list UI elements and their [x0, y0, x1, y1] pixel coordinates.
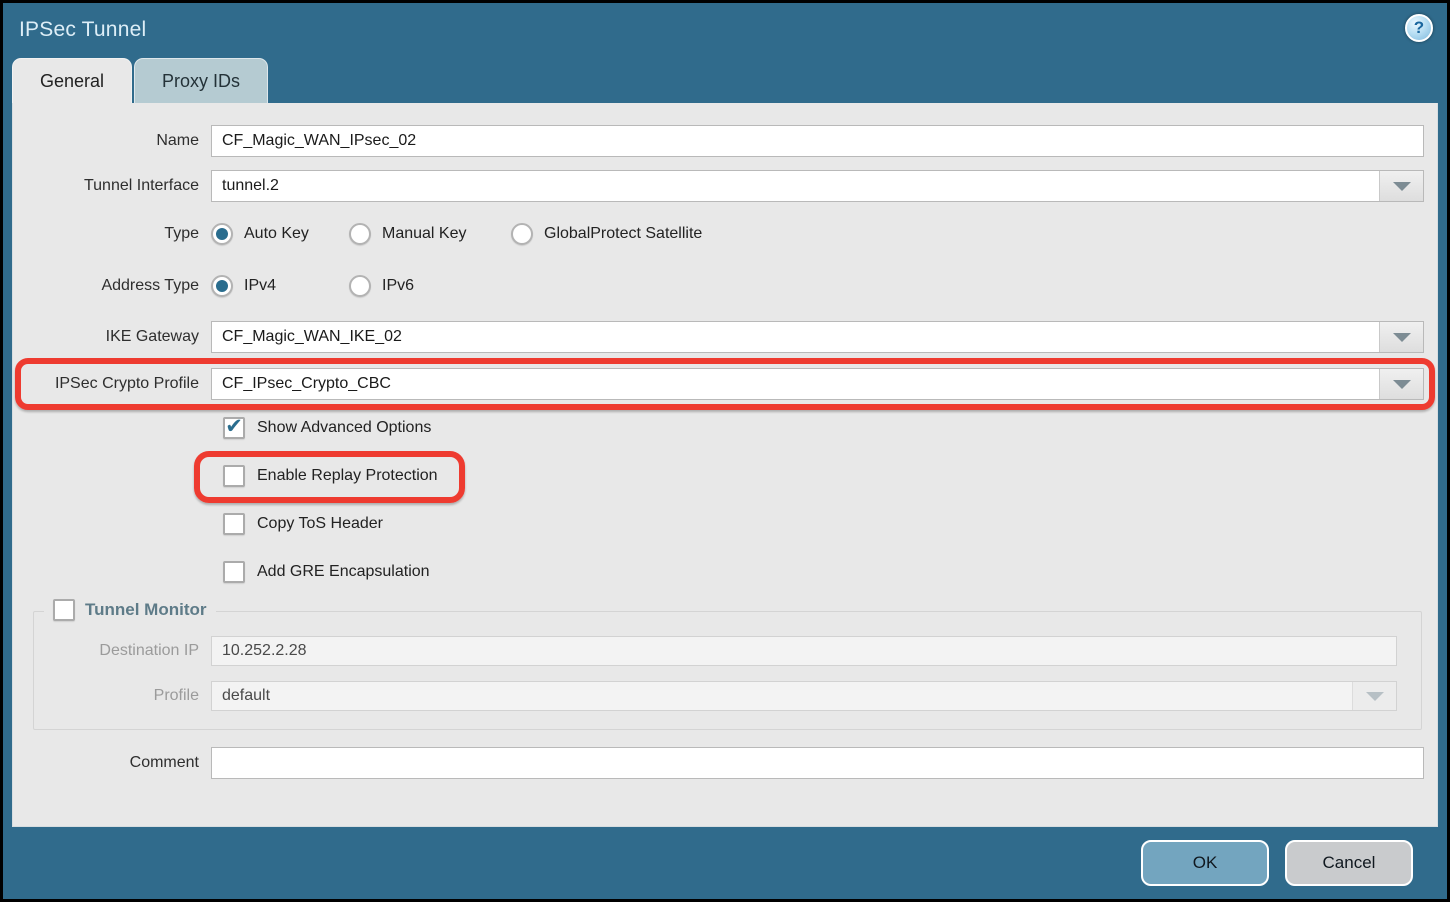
- profile-dropdown-button: [1352, 682, 1396, 710]
- chevron-down-icon: [1366, 692, 1384, 701]
- general-tab-panel: Name Tunnel Interface tunnel.2: [12, 103, 1438, 827]
- type-row: Type Auto Key Manual Key GlobalProtect S…: [13, 221, 1437, 247]
- cancel-button[interactable]: Cancel: [1285, 840, 1413, 886]
- dialog-title: IPSec Tunnel: [19, 18, 146, 42]
- ike-gateway-value: CF_Magic_WAN_IKE_02: [212, 322, 1379, 352]
- ipsec-crypto-profile-dropdown-button[interactable]: [1379, 369, 1423, 399]
- comment-row: Comment: [13, 747, 1437, 779]
- enable-replay-protection-row: ✔ Enable Replay Protection: [223, 463, 1437, 489]
- address-type-option-ipv6[interactable]: IPv6: [349, 275, 414, 297]
- ipsec-crypto-profile-select[interactable]: CF_IPsec_Crypto_CBC: [211, 368, 1424, 400]
- chevron-down-icon: [1393, 182, 1411, 191]
- radio-ipv6[interactable]: [349, 275, 371, 297]
- tab-bar: General Proxy IDs: [3, 57, 1447, 103]
- enable-replay-protection-checkbox[interactable]: ✔: [223, 465, 245, 487]
- radio-ipv4[interactable]: [211, 275, 233, 297]
- chevron-down-icon: [1393, 333, 1411, 342]
- tunnel-monitor-legend[interactable]: ✔ Tunnel Monitor: [44, 599, 216, 621]
- ipsec-tunnel-dialog: IPSec Tunnel ? General Proxy IDs Name: [3, 3, 1447, 899]
- dialog-footer: OK Cancel: [3, 827, 1447, 899]
- type-option-manual-key[interactable]: Manual Key: [349, 223, 511, 245]
- ok-button[interactable]: OK: [1141, 840, 1269, 886]
- ike-gateway-select[interactable]: CF_Magic_WAN_IKE_02: [211, 321, 1424, 353]
- add-gre-encapsulation-checkbox[interactable]: ✔: [223, 561, 245, 583]
- dialog-titlebar: IPSec Tunnel ?: [3, 3, 1447, 57]
- add-gre-encapsulation-row: ✔ Add GRE Encapsulation: [223, 559, 1437, 585]
- screenshot-frame: IPSec Tunnel ? General Proxy IDs Name: [0, 0, 1450, 902]
- profile-label: Profile: [34, 687, 211, 705]
- radio-globalprotect-satellite[interactable]: [511, 223, 533, 245]
- tunnel-interface-dropdown-button[interactable]: [1379, 171, 1423, 201]
- copy-tos-header-row: ✔ Copy ToS Header: [223, 511, 1437, 537]
- ike-gateway-row: IKE Gateway CF_Magic_WAN_IKE_02: [13, 321, 1437, 353]
- name-input[interactable]: [211, 125, 1424, 157]
- copy-tos-header-option[interactable]: ✔ Copy ToS Header: [223, 513, 383, 535]
- ike-gateway-label: IKE Gateway: [13, 328, 211, 346]
- show-advanced-options-checkbox[interactable]: ✔: [223, 417, 245, 439]
- name-label: Name: [13, 132, 211, 150]
- address-type-label: Address Type: [13, 277, 211, 295]
- tab-proxy-ids[interactable]: Proxy IDs: [134, 58, 268, 103]
- type-option-globalprotect-satellite[interactable]: GlobalProtect Satellite: [511, 223, 702, 245]
- profile-value: default: [212, 682, 1352, 710]
- destination-ip-input: [211, 636, 1397, 666]
- tunnel-interface-row: Tunnel Interface tunnel.2: [13, 170, 1437, 202]
- ipsec-crypto-profile-value: CF_IPsec_Crypto_CBC: [212, 369, 1379, 399]
- show-advanced-options-option[interactable]: ✔ Show Advanced Options: [223, 417, 431, 439]
- radio-manual-key[interactable]: [349, 223, 371, 245]
- name-row: Name: [13, 125, 1437, 157]
- profile-select: default: [211, 681, 1397, 711]
- ike-gateway-dropdown-button[interactable]: [1379, 322, 1423, 352]
- add-gre-encapsulation-option[interactable]: ✔ Add GRE Encapsulation: [223, 561, 430, 583]
- enable-replay-protection-option[interactable]: ✔ Enable Replay Protection: [223, 465, 438, 487]
- help-icon[interactable]: ?: [1405, 14, 1433, 42]
- destination-ip-label: Destination IP: [34, 642, 211, 660]
- type-option-auto-key[interactable]: Auto Key: [211, 223, 349, 245]
- show-advanced-options-row: ✔ Show Advanced Options: [223, 415, 1437, 441]
- comment-label: Comment: [13, 754, 211, 772]
- profile-row: Profile default: [34, 681, 1409, 711]
- ipsec-crypto-profile-label: IPSec Crypto Profile: [13, 375, 211, 393]
- comment-input[interactable]: [211, 747, 1424, 779]
- ipsec-crypto-profile-row: IPSec Crypto Profile CF_IPsec_Crypto_CBC: [13, 368, 1437, 400]
- chevron-down-icon: [1393, 380, 1411, 389]
- tunnel-monitor-checkbox[interactable]: ✔: [53, 599, 75, 621]
- tunnel-monitor-fieldset: ✔ Tunnel Monitor Destination IP Profile …: [33, 611, 1422, 730]
- destination-ip-row: Destination IP: [34, 636, 1409, 666]
- type-label: Type: [13, 225, 211, 243]
- tunnel-interface-label: Tunnel Interface: [13, 177, 211, 195]
- tunnel-interface-value: tunnel.2: [212, 171, 1379, 201]
- address-type-row: Address Type IPv4 IPv6: [13, 273, 1437, 299]
- radio-auto-key[interactable]: [211, 223, 233, 245]
- tunnel-interface-select[interactable]: tunnel.2: [211, 170, 1424, 202]
- address-type-option-ipv4[interactable]: IPv4: [211, 275, 349, 297]
- tunnel-monitor-label: Tunnel Monitor: [85, 600, 207, 620]
- copy-tos-header-checkbox[interactable]: ✔: [223, 513, 245, 535]
- tab-general[interactable]: General: [12, 58, 132, 103]
